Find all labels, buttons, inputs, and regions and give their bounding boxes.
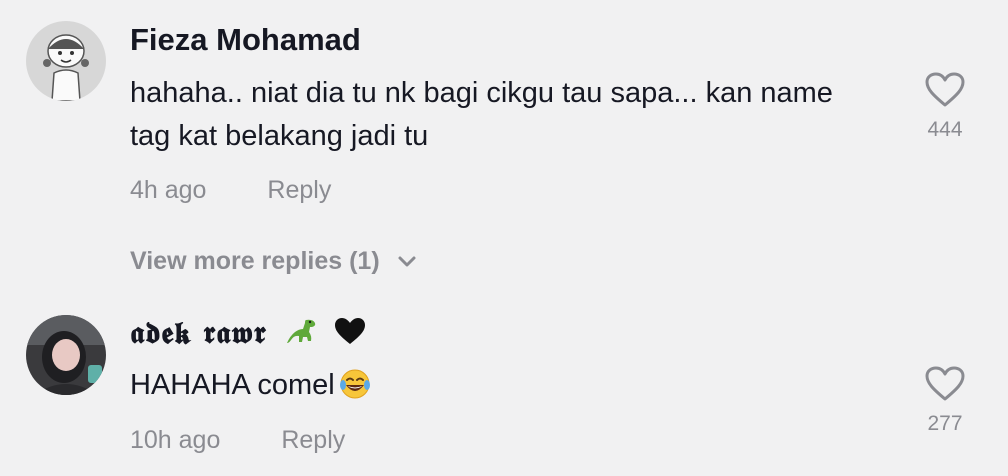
comment-text-content: HAHAHA comel (130, 369, 335, 401)
like-control[interactable]: 277 (916, 366, 974, 436)
view-more-replies-button[interactable]: View more replies (1) (130, 247, 417, 276)
comment-timestamp: 10h ago (130, 426, 221, 454)
dinosaur-emoji-icon (286, 314, 320, 356)
comment-text: hahaha.. niat dia tu nk bagi cikgu tau s… (130, 72, 900, 158)
cartoon-girl-avatar-icon (26, 21, 106, 101)
chevron-down-icon (398, 256, 416, 267)
comment-text-line: hahaha.. niat dia tu nk bagi cikgu tau s… (130, 77, 833, 109)
reply-button[interactable]: Reply (267, 176, 331, 205)
heart-icon[interactable] (925, 366, 965, 402)
view-more-replies-label: View more replies (1) (130, 247, 380, 275)
comment-timestamp: 4h ago (130, 176, 207, 204)
like-count: 444 (927, 118, 963, 141)
black-heart-icon (334, 317, 366, 353)
like-control[interactable]: 444 (916, 72, 974, 142)
avatar[interactable] (26, 315, 106, 395)
comment-username[interactable]: Fieza Mohamad (130, 22, 361, 58)
reply-button[interactable]: Reply (281, 426, 345, 455)
heart-icon[interactable] (925, 72, 965, 108)
avatar[interactable] (26, 21, 106, 101)
comment-text: HAHAHA comel (130, 364, 900, 413)
like-count: 277 (927, 412, 963, 435)
comment-meta: 4h ago Reply (130, 176, 331, 205)
comment-username-text: 𝖆𝖉𝖊𝖐 𝖗𝖆𝖜𝖗 (130, 316, 267, 351)
comment-text-line: tag kat belakang jadi tu (130, 120, 429, 152)
laughing-tears-emoji-icon (339, 368, 371, 413)
comment-username[interactable]: 𝖆𝖉𝖊𝖐 𝖗𝖆𝖜𝖗 (130, 314, 366, 356)
user-photo-avatar-icon (26, 315, 106, 395)
comment-meta: 10h ago Reply (130, 426, 345, 455)
